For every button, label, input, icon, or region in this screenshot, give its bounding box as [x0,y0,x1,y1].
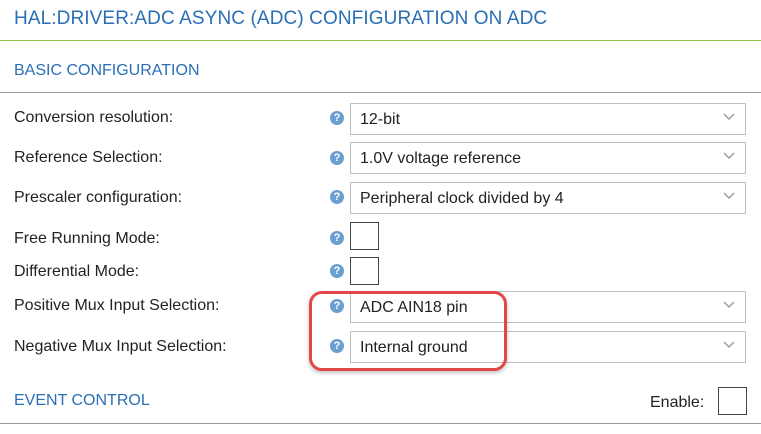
reference-selection-value: 1.0V voltage reference [360,150,521,167]
event-control-enable-label: Enable: [650,394,705,411]
positive-mux-input-label: Positive Mux Input Selection: [14,297,220,314]
reference-selection-select[interactable]: 1.0V voltage reference [350,142,746,174]
conversion-resolution-label: Conversion resolution: [14,109,174,126]
conversion-resolution-select[interactable]: 12-bit [350,103,746,135]
prescaler-configuration-select[interactable]: Peripheral clock divided by 4 [350,182,746,214]
chevron-down-icon [723,341,735,348]
event-control-divider [0,423,761,424]
help-icon[interactable]: ? [330,264,344,278]
page-title: HAL:DRIVER:ADC ASYNC (ADC) CONFIGURATION… [14,8,548,29]
reference-selection-label: Reference Selection: [14,149,163,166]
conversion-resolution-value: 12-bit [360,111,401,128]
basic-configuration-divider [0,92,761,93]
differential-mode-checkbox[interactable] [350,257,379,285]
event-control-heading: EVENT CONTROL [14,392,150,409]
title-divider [0,40,761,41]
event-control-enable-checkbox[interactable] [718,387,747,415]
free-running-mode-label: Free Running Mode: [14,230,160,247]
chevron-down-icon [723,301,735,308]
help-icon[interactable]: ? [330,151,344,165]
annotation-highlight [309,291,507,371]
free-running-mode-checkbox[interactable] [350,222,379,250]
help-icon[interactable]: ? [330,231,344,245]
chevron-down-icon [723,152,735,159]
negative-mux-input-label: Negative Mux Input Selection: [14,338,227,355]
basic-configuration-heading: BASIC CONFIGURATION [14,62,200,79]
differential-mode-label: Differential Mode: [14,263,140,280]
prescaler-configuration-value: Peripheral clock divided by 4 [360,190,564,207]
chevron-down-icon [723,113,735,120]
help-icon[interactable]: ? [330,111,344,125]
chevron-down-icon [723,192,735,199]
prescaler-configuration-label: Prescaler configuration: [14,189,183,206]
help-icon[interactable]: ? [330,190,344,204]
